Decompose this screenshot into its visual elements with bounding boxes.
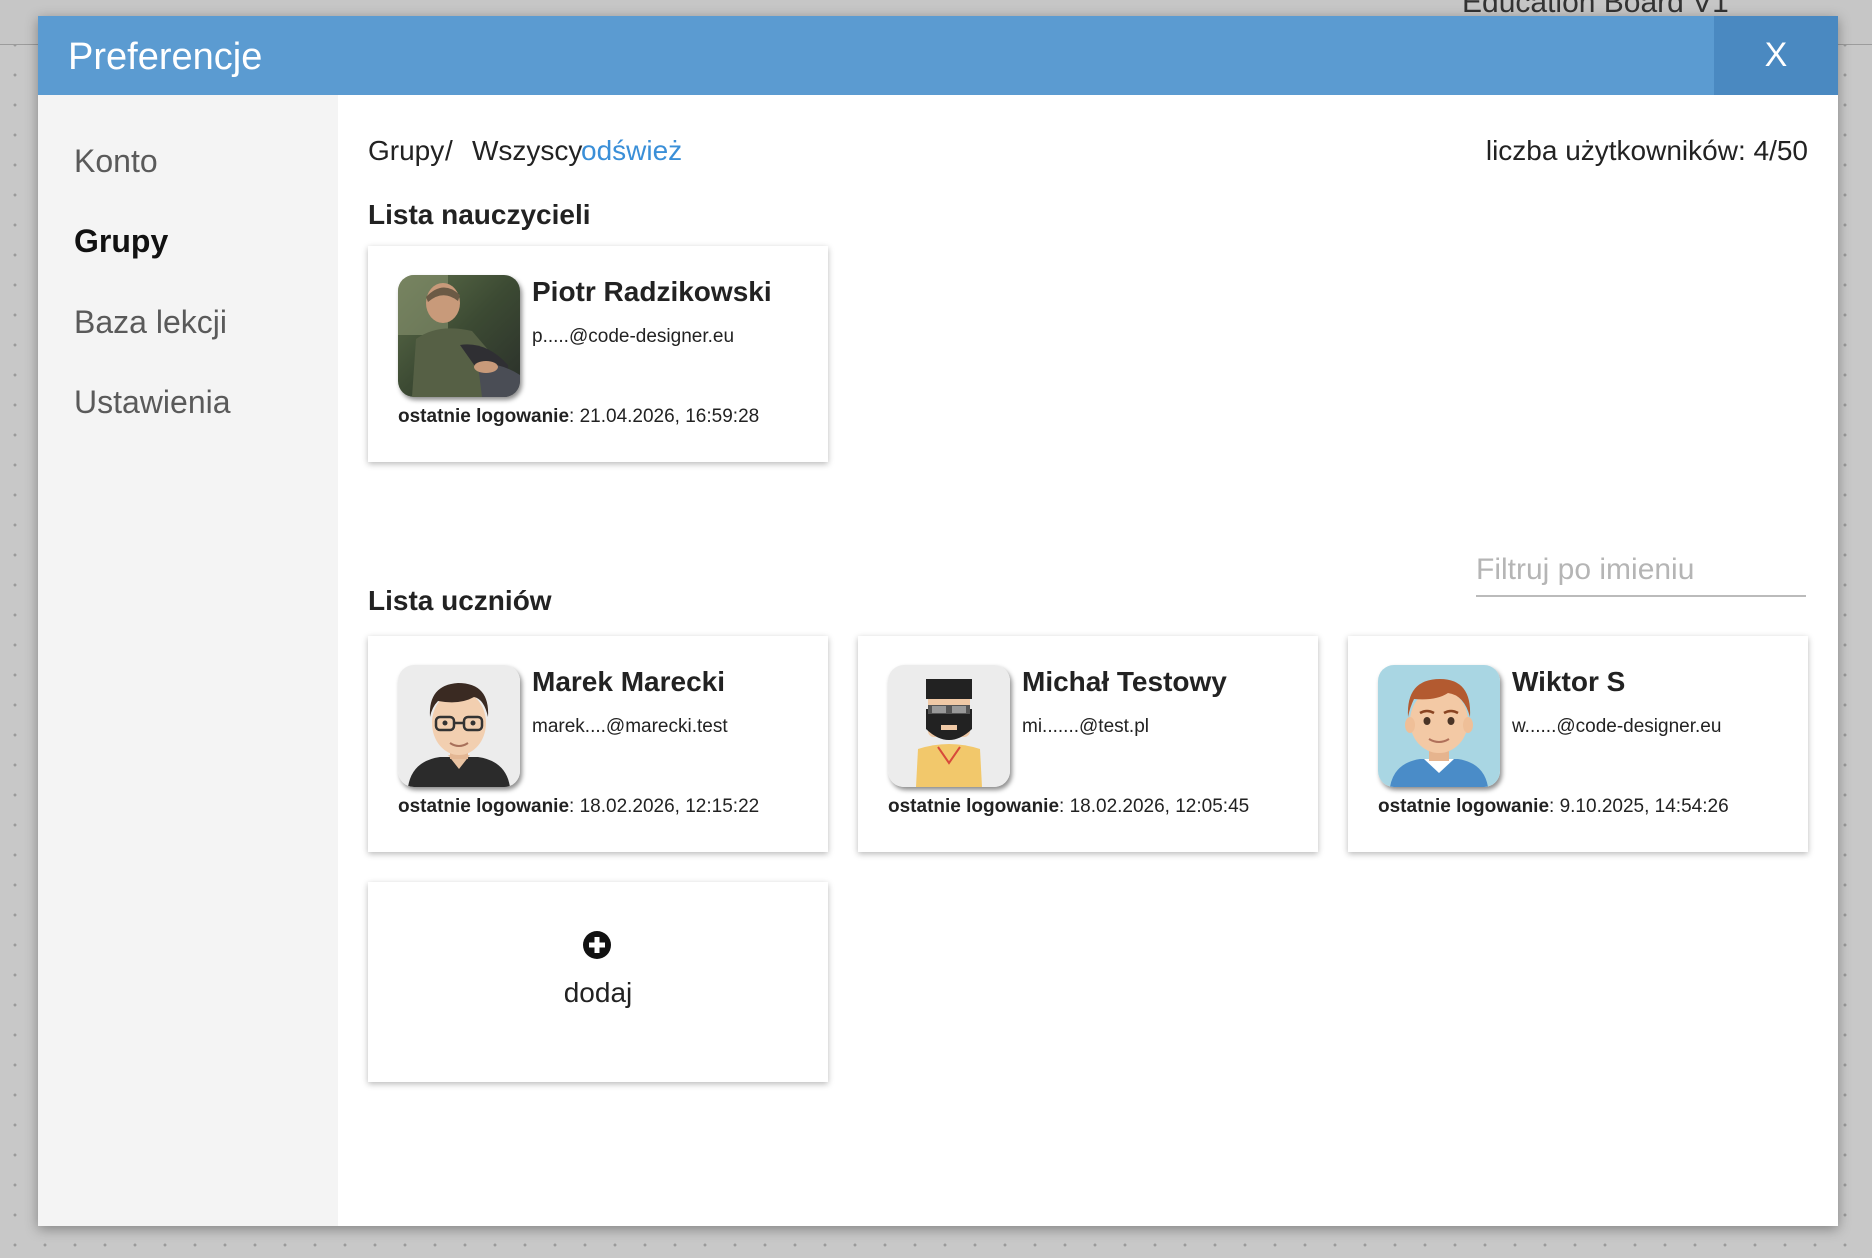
last-login-value: : 21.04.2026, 16:59:28: [569, 406, 760, 427]
filter-by-name-input[interactable]: [1476, 545, 1806, 597]
student-card[interactable]: Michał Testowy mi.......@test.pl ostatni…: [858, 636, 1318, 852]
student-card[interactable]: Marek Marecki marek....@marecki.test ost…: [368, 636, 828, 852]
student-card[interactable]: Wiktor S w......@code-designer.eu ostatn…: [1348, 636, 1808, 852]
user-email: w......@code-designer.eu: [1512, 716, 1722, 737]
glasses-avatar-icon: [398, 665, 520, 787]
user-name: Piotr Radzikowski: [532, 276, 772, 307]
main-content: Grupy / Wszyscy odśwież liczba użytkowni…: [338, 95, 1838, 1226]
boy-avatar-icon: [1378, 665, 1500, 787]
students-section-title: Lista uczniów: [368, 585, 552, 616]
sidebar-item-baza-lekcji[interactable]: Baza lekcji: [74, 304, 227, 341]
last-login-label: ostatnie logowanie: [398, 796, 570, 817]
last-login-label: ostatnie logowanie: [398, 406, 570, 427]
close-button[interactable]: X: [1714, 16, 1838, 95]
sidebar-item-ustawienia[interactable]: Ustawienia: [74, 384, 231, 421]
sidebar-item-grupy[interactable]: Grupy: [74, 223, 168, 260]
last-login-label: ostatnie logowanie: [1378, 796, 1550, 817]
sidebar: Konto Grupy Baza lekcji Ustawienia: [38, 95, 338, 1226]
add-label: dodaj: [563, 977, 633, 1008]
last-login-value: : 18.02.2026, 12:15:22: [569, 796, 760, 817]
user-count: liczba użytkowników: 4/50: [1485, 135, 1808, 166]
sidebar-item-konto[interactable]: Konto: [74, 143, 158, 180]
user-name: Michał Testowy: [1022, 666, 1227, 697]
user-name: Marek Marecki: [532, 666, 726, 697]
breadcrumb-root[interactable]: Grupy: [368, 135, 444, 167]
breadcrumb-current: Wszyscy: [472, 135, 583, 166]
last-login: ostatnie logowanie: 21.04.2026, 16:59:28: [398, 406, 759, 428]
user-email: mi.......@test.pl: [1022, 716, 1149, 737]
last-login-label: ostatnie logowanie: [888, 796, 1060, 817]
user-email: marek....@marecki.test: [532, 716, 728, 737]
teacher-card[interactable]: Piotr Radzikowski p.....@code-designer.e…: [368, 246, 828, 462]
user-name: Wiktor S: [1512, 666, 1626, 697]
plus-circle-icon: [583, 931, 611, 959]
last-login: ostatnie logowanie: 9.10.2025, 14:54:26: [1378, 796, 1729, 818]
breadcrumb-separator: /: [445, 135, 453, 166]
add-student-button[interactable]: dodaj: [368, 882, 828, 1082]
user-email: p.....@code-designer.eu: [532, 326, 735, 347]
last-login-value: : 9.10.2025, 14:54:26: [1549, 796, 1729, 817]
refresh-link[interactable]: odśwież: [581, 135, 682, 167]
last-login-value: : 18.02.2026, 12:05:45: [1059, 796, 1250, 817]
modal-title: Preferencje: [68, 36, 263, 78]
beard-avatar-icon: [888, 665, 1010, 787]
photo-avatar-icon: [398, 275, 520, 397]
teachers-section-title: Lista nauczycieli: [368, 199, 591, 230]
preferences-modal: Preferencje X Konto Grupy Baza lekcji Us…: [38, 16, 1838, 1226]
last-login: ostatnie logowanie: 18.02.2026, 12:05:45: [888, 796, 1249, 818]
last-login: ostatnie logowanie: 18.02.2026, 12:15:22: [398, 796, 759, 818]
modal-header: Preferencje X: [38, 16, 1838, 95]
